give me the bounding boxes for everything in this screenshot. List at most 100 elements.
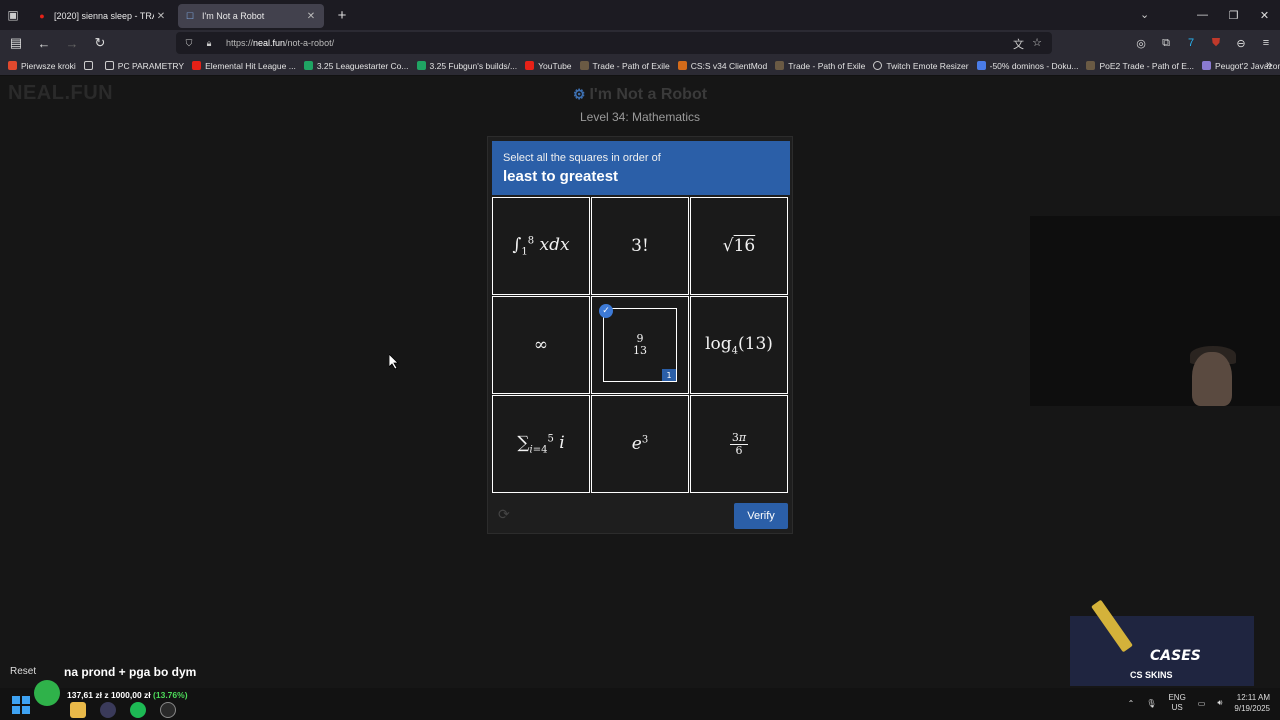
microphone-icon[interactable]: 🎙︎ — [1146, 699, 1156, 708]
tile-fraction-selected[interactable]: 9 13 ✓ 1 — [591, 296, 689, 394]
star-icon[interactable]: ☆ — [1032, 36, 1042, 49]
knife-icon — [1091, 599, 1133, 653]
check-icon: ✓ — [599, 304, 613, 318]
tile-factorial[interactable]: 3! — [591, 197, 689, 295]
network-icon[interactable]: ▭ — [1198, 699, 1206, 708]
level-label: Level 34: Mathematics — [579, 110, 701, 124]
tab-bar: ▣ ● [2020] sienna sleep - TRANCE N ✕ ☐ I… — [0, 0, 1280, 30]
tile-log[interactable]: log4(13) — [690, 296, 788, 394]
chevron-right-icon[interactable]: » — [1266, 59, 1272, 71]
tab-sienna-sleep[interactable]: ● [2020] sienna sleep - TRANCE N ✕ — [30, 4, 174, 28]
tile-pi-fraction[interactable]: 3π 6 — [690, 395, 788, 493]
navigation-bar: ▤ ← → ↻ ⛉ 🔒︎ https://neal.fun/not-a-robo… — [0, 30, 1280, 56]
poe-icon — [775, 61, 785, 70]
bookmark-item[interactable] — [83, 61, 97, 70]
expression: √16 — [722, 236, 756, 256]
sheets-icon — [303, 61, 313, 70]
stream-note: na prond + pga bo dym — [64, 665, 197, 679]
extensions-toolbar: ◎ ⧉ 7 ⛊ ⊖ ≡ — [1133, 34, 1274, 52]
youtube-icon: ● — [39, 11, 45, 21]
bookmark-item[interactable]: Elemental Hit League ... — [192, 61, 296, 71]
expression: 3! — [631, 236, 649, 256]
folder-icon — [83, 61, 93, 70]
account-icon[interactable]: ⊖ — [1233, 34, 1249, 52]
donation-goal: 137,61 zł z 1000,00 zł (13.76%) — [34, 680, 226, 706]
steam-icon[interactable] — [160, 702, 176, 718]
reload-button[interactable]: ↻ — [88, 31, 112, 55]
windows-start-icon[interactable] — [12, 696, 30, 714]
webcam-face — [1192, 352, 1232, 406]
extensions-icon[interactable]: ⧉ — [1158, 34, 1174, 52]
volume-icon[interactable]: 🔊︎ — [1217, 698, 1222, 708]
gear-icon — [1201, 61, 1211, 70]
clock[interactable]: 12:11 AM 9/19/2025 — [1234, 692, 1270, 714]
seventv-icon[interactable]: 7 — [1183, 34, 1199, 52]
instruction-emphasis: least to greatest — [503, 168, 619, 185]
back-button[interactable]: ← — [32, 31, 56, 55]
translate-icon[interactable]: 文 — [1013, 36, 1024, 52]
bookmark-item[interactable]: CS:S v34 ClientMod — [677, 61, 767, 71]
expression: e3 — [631, 434, 649, 454]
pocket-icon[interactable]: ◎ — [1133, 34, 1149, 52]
taskbar: 137,61 zł z 1000,00 zł (13.76%) ⌃ 🎙︎ ENG… — [0, 680, 1280, 720]
order-badge: 1 — [662, 369, 676, 381]
verify-button[interactable]: Verify — [734, 503, 788, 529]
bookmark-item[interactable]: Trade - Path of Exile — [579, 61, 670, 71]
tile-sqrt[interactable]: √16 — [690, 197, 788, 295]
instruction-text: Select all the squares in order of — [503, 152, 661, 164]
youtube-icon — [192, 61, 202, 70]
maximize-button[interactable]: ❐ — [1218, 0, 1249, 30]
chevron-up-icon[interactable]: ⌃ — [1128, 699, 1135, 708]
taskbar-apps — [70, 702, 176, 718]
shield-icon[interactable]: ⛉ — [182, 38, 196, 49]
bookmark-item[interactable]: Twitch Emote Resizer — [873, 61, 969, 71]
forward-button[interactable]: → — [60, 31, 84, 55]
youtube-icon — [525, 61, 535, 70]
tile-sum[interactable]: ∑i=45 i — [492, 395, 590, 493]
window-controls: — ❐ ✕ — [1187, 0, 1280, 30]
language-indicator[interactable]: ENG US — [1168, 693, 1185, 713]
bookmark-item[interactable]: 3.25 Leaguestarter Co... — [303, 61, 409, 71]
robot-icon: ⚙︎ — [572, 86, 586, 102]
url-text[interactable]: https://neal.fun/not-a-robot/ — [226, 38, 334, 48]
obs-icon[interactable] — [100, 702, 116, 718]
bookmark-item[interactable]: YouTube — [525, 61, 572, 71]
close-icon[interactable]: ✕ — [304, 9, 318, 23]
bookmark-item[interactable]: 3.25 Fubgun's builds/... — [416, 61, 517, 71]
sheets-icon — [416, 61, 426, 70]
system-tray: ⌃ 🎙︎ ENG US ▭ 🔊︎ 12:11 AM 9/19/2025 — [1128, 692, 1270, 714]
menu-icon[interactable]: ≡ — [1258, 34, 1274, 52]
tab-title: [2020] sienna sleep - TRANCE N — [54, 11, 154, 21]
tile-integral[interactable]: ∫18 xdx — [492, 197, 590, 295]
tab-not-a-robot[interactable]: ☐ I'm Not a Robot ✕ — [178, 4, 324, 28]
bookmark-item[interactable]: Pierwsze kroki — [8, 61, 76, 71]
refresh-icon[interactable]: ⟳ — [498, 506, 510, 523]
lock-icon[interactable]: 🔒︎ — [202, 38, 216, 49]
bookmark-item[interactable]: -50% dominos - Doku... — [976, 61, 1078, 71]
explorer-icon[interactable] — [70, 702, 86, 718]
new-tab-button[interactable]: + — [330, 3, 354, 27]
poe-icon — [1086, 61, 1096, 70]
close-window-button[interactable]: ✕ — [1249, 0, 1280, 30]
expression: log4(13) — [705, 333, 773, 357]
captcha-header: Select all the squares in order of least… — [492, 141, 790, 195]
globe-icon — [873, 61, 883, 70]
sidebar-toggle-icon[interactable]: ▤ — [4, 31, 28, 55]
url-bar[interactable]: ⛉ 🔒︎ https://neal.fun/not-a-robot/ 文 ☆ — [176, 32, 1052, 54]
ublock-icon[interactable]: ⛊ — [1208, 34, 1224, 52]
close-icon[interactable]: ✕ — [154, 9, 168, 23]
tab-list-icon[interactable]: ▣ — [0, 0, 26, 30]
bookmark-item[interactable]: PoE2 Trade - Path of E... — [1086, 61, 1194, 71]
spotify-icon[interactable] — [130, 702, 146, 718]
expression: 9 13 — [633, 332, 647, 357]
chevron-down-icon[interactable]: ⌄ — [1140, 8, 1149, 21]
tile-exponential[interactable]: e3 — [591, 395, 689, 493]
tile-infinity[interactable]: ∞ — [492, 296, 590, 394]
webcam-overlay — [1030, 216, 1280, 406]
bookmark-item[interactable]: PC PARAMETRY — [104, 61, 184, 71]
captcha-widget: Select all the squares in order of least… — [487, 136, 793, 534]
tab-title: I'm Not a Robot — [202, 11, 265, 21]
captcha-grid: ∫18 xdx 3! √16 ∞ 9 13 ✓ 1 log4(13) ∑i=45 … — [492, 197, 790, 495]
minimize-button[interactable]: — — [1187, 0, 1218, 30]
bookmark-item[interactable]: Trade - Path of Exile — [775, 61, 865, 71]
